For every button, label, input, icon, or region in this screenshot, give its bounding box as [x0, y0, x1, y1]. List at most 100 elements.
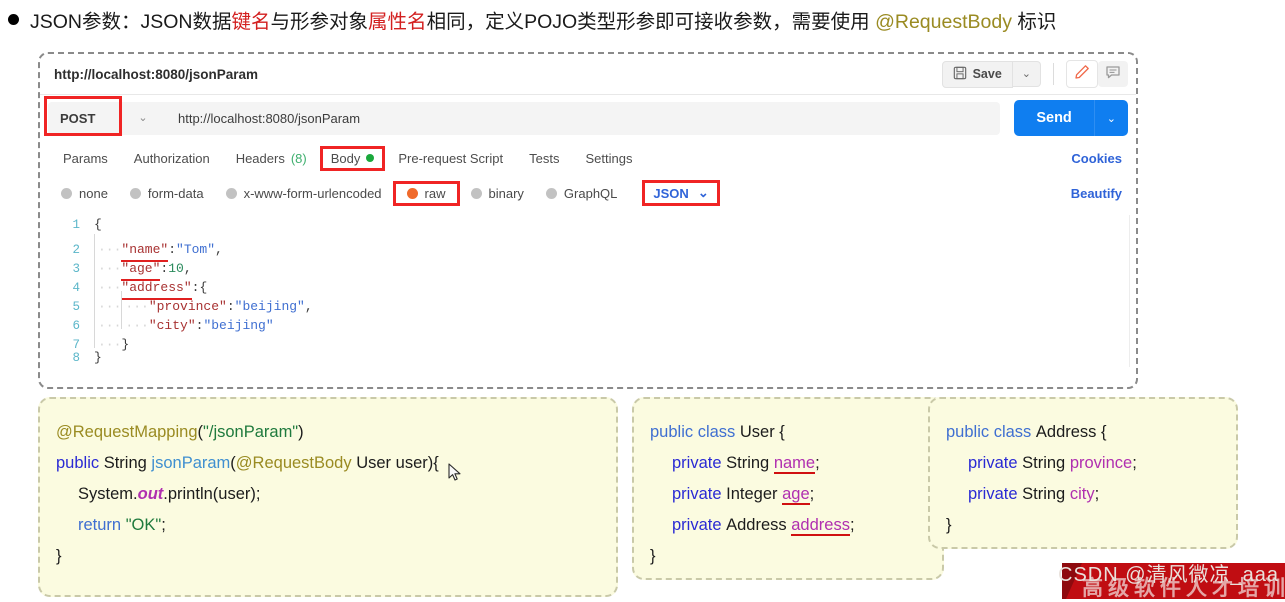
tab-tests[interactable]: Tests: [516, 147, 572, 170]
tab-label: Body: [330, 150, 361, 166]
csdn-watermark: CSDN @清风微凉_aaa: [1058, 564, 1280, 586]
save-label: Save: [972, 67, 1002, 81]
save-dropdown-caret[interactable]: ⌄: [1012, 61, 1041, 87]
field-name: address: [791, 516, 850, 536]
edit-request-button[interactable]: [1066, 60, 1098, 88]
body-format-select[interactable]: JSON ⌄: [642, 180, 720, 206]
bullet-dot-icon: [8, 13, 19, 25]
cookies-link[interactable]: Cookies: [1071, 151, 1122, 166]
heading-prefix: JSON参数：JSON数据: [30, 10, 232, 33]
body-option-label: raw: [424, 185, 446, 201]
comment-icon: [1105, 64, 1121, 85]
send-button[interactable]: Send ⌄: [1014, 100, 1128, 136]
body-option-raw[interactable]: raw: [392, 180, 460, 206]
paren-brace: ){: [427, 454, 439, 472]
code-line: }: [650, 541, 926, 572]
headers-count-badge: (8): [290, 150, 307, 166]
code-line: 5 ··· ··· "province": "beijing",: [46, 291, 1129, 314]
indent-dots: ···: [98, 280, 122, 295]
controller-code-card: @RequestMapping("/jsonParam") public Str…: [38, 397, 618, 597]
closing-brace: }: [56, 547, 62, 565]
class-name: User {: [739, 423, 785, 441]
body-option-binary[interactable]: binary: [460, 184, 535, 203]
semicolon: ;: [809, 485, 815, 503]
save-button[interactable]: Save: [941, 60, 1013, 88]
radio-icon: [545, 187, 557, 199]
heading-text: JSON参数：JSON数据键名与形参对象属性名相同，定义POJO类型形参即可接收…: [30, 5, 1056, 34]
code-line: private Address address;: [650, 510, 926, 541]
comments-button[interactable]: [1098, 61, 1128, 87]
body-option-x-www-form-urlencoded[interactable]: x-www-form-urlencoded: [215, 184, 393, 203]
method-param: User user: [356, 454, 428, 472]
code-line: private Integer age;: [650, 479, 926, 510]
field-type: String: [1022, 485, 1066, 503]
beautify-link[interactable]: Beautify: [1071, 186, 1122, 201]
tab-label: Headers: [235, 150, 285, 166]
chevron-down-icon[interactable]: ⌄: [120, 101, 166, 135]
json-comma: ,: [304, 299, 313, 314]
body-option-form-data[interactable]: form-data: [119, 184, 215, 203]
keyword-return: return: [78, 516, 122, 534]
indent-dots: ···: [98, 318, 122, 333]
code-line: 8 }: [46, 348, 1129, 367]
body-option-label: binary: [488, 185, 524, 201]
tab-headers[interactable]: Headers (8): [223, 147, 320, 170]
field-type: Address: [726, 516, 787, 534]
code-line: private String city;: [946, 479, 1220, 510]
url-input[interactable]: http://localhost:8080/jsonParam: [166, 101, 1001, 135]
field-name: age: [782, 485, 810, 505]
body-option-label: none: [79, 185, 108, 201]
heading-annotation: @RequestBody: [875, 10, 1012, 33]
semicolon: ;: [1094, 485, 1100, 503]
json-colon: :: [160, 261, 169, 276]
json-comma: ,: [215, 242, 223, 257]
semicolon: ;: [161, 516, 166, 534]
keyword-public-class: public class: [650, 423, 736, 441]
code-line: public class User {: [650, 417, 926, 448]
request-row: POST ⌄ http://localhost:8080/jsonParam S…: [40, 95, 1136, 141]
request-body-annotation: @RequestBody: [235, 454, 352, 472]
tab-label: Tests: [529, 150, 560, 166]
indent-dots: ···: [125, 318, 149, 333]
code-line: @RequestMapping("/jsonParam"): [56, 417, 600, 448]
field-type: String: [1022, 454, 1066, 472]
radio-icon: [470, 187, 482, 199]
tab-body[interactable]: Body: [319, 145, 386, 171]
send-dropdown-caret[interactable]: ⌄: [1093, 100, 1128, 136]
body-type-options: none form-data x-www-form-urlencoded raw…: [40, 175, 1136, 211]
json-body-editor[interactable]: 1 { 2 ··· "name": "Tom", 3 ··· "age":10, 4 …: [46, 215, 1130, 367]
println-rest: .println(user);: [163, 485, 261, 503]
json-colon: :: [195, 318, 204, 333]
body-option-graphql[interactable]: GraphQL: [535, 184, 628, 203]
json-key: "province": [148, 299, 227, 314]
page-heading: JSON参数：JSON数据键名与形参对象属性名相同，定义POJO类型形参即可接收…: [0, 0, 1285, 38]
radio-icon: [129, 187, 141, 199]
tab-pre-request-script[interactable]: Pre-request Script: [385, 147, 516, 170]
field-name: province: [1069, 454, 1133, 472]
keyword-private: private: [968, 485, 1018, 503]
tab-authorization[interactable]: Authorization: [121, 147, 223, 170]
body-option-none[interactable]: none: [50, 184, 119, 203]
closing-brace: }: [650, 547, 656, 565]
method-highlight-box: [44, 95, 122, 136]
json-brace: }: [94, 350, 102, 365]
postman-panel: http://localhost:8080/jsonParam Save ⌄ P…: [38, 52, 1138, 389]
semicolon: ;: [815, 454, 820, 472]
keyword-private: private: [968, 454, 1018, 472]
request-tabs: Params Authorization Headers (8) Body Pr…: [40, 141, 1136, 175]
indent-guide: [94, 272, 95, 291]
body-active-dot-icon: [366, 154, 375, 162]
tab-settings[interactable]: Settings: [572, 147, 645, 170]
line-number: 1: [72, 218, 80, 232]
tab-params[interactable]: Params: [50, 147, 121, 170]
semicolon: ;: [849, 516, 855, 534]
radio-icon: [61, 187, 72, 199]
request-mapping-annotation: @RequestMapping: [56, 423, 198, 441]
request-tab-title[interactable]: http://localhost:8080/jsonParam: [54, 67, 942, 82]
tab-label: Params: [63, 150, 108, 166]
indent-dots: ···: [98, 299, 122, 314]
indent-guide: [121, 291, 123, 310]
line-number: 8: [72, 351, 80, 365]
heading-highlight-prop: 属性名: [368, 10, 427, 33]
keyword-public: public: [56, 454, 100, 472]
